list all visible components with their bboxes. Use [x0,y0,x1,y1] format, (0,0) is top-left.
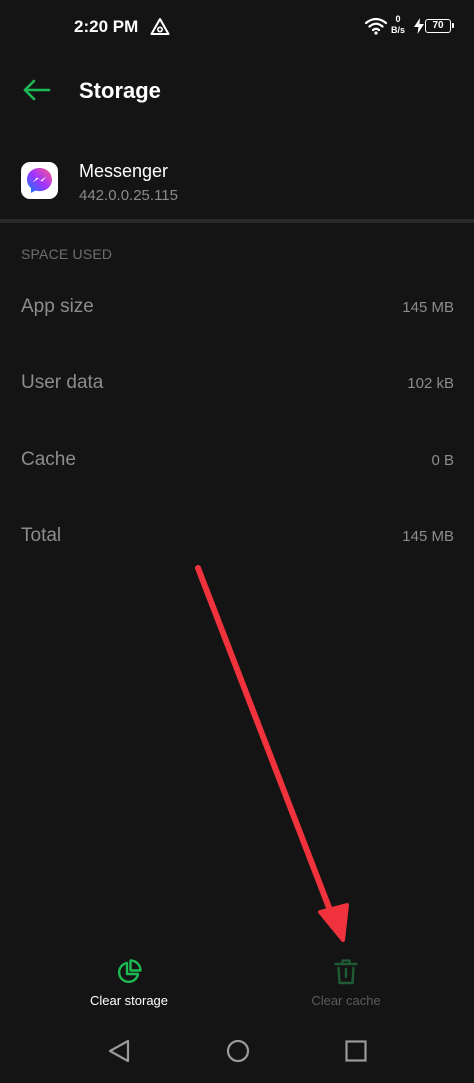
app-bar: Storage [0,56,474,124]
charging-bolt-icon [414,18,424,34]
section-header-space-used: SPACE USED [21,246,113,262]
network-speed: 0 B/s [388,14,408,36]
row-label: App size [21,296,94,317]
clear-storage-button[interactable]: Clear storage [29,950,229,1014]
clear-storage-label: Clear storage [89,993,169,1008]
alert-triangle-icon [150,18,170,35]
bottom-actions: Clear storage Clear cache [0,950,474,1020]
back-arrow-icon [23,79,51,101]
wifi-icon [364,17,388,35]
app-version: 442.0.0.25.115 [79,187,178,204]
system-nav-bar [0,1020,474,1083]
row-label: Cache [21,449,76,470]
storage-row-user-data: User data 102 kB [0,364,474,404]
pie-chart-icon [118,959,142,983]
storage-row-cache: Cache 0 B [0,441,474,481]
storage-row-app-size: App size 145 MB [0,288,474,328]
page-title: Storage [79,78,161,103]
nav-recents-button[interactable] [342,1037,370,1065]
clear-cache-label: Clear cache [311,993,381,1008]
row-value: 0 B [431,452,454,469]
trash-icon [334,959,358,985]
row-value: 102 kB [407,375,454,392]
back-button[interactable] [16,70,56,110]
network-speed-value: 0 [395,14,401,24]
section-divider [0,219,474,223]
status-time: 2:20 PM [74,17,139,36]
app-header: Messenger 442.0.0.25.115 [0,144,474,220]
row-value: 145 MB [402,528,454,545]
nav-back-button[interactable] [106,1037,134,1065]
messenger-icon [21,162,58,199]
nav-back-icon [108,1039,130,1063]
storage-row-total: Total 145 MB [0,517,474,557]
row-label: Total [21,525,62,546]
clear-cache-button[interactable]: Clear cache [246,950,446,1014]
nav-home-icon [226,1039,250,1063]
app-name: Messenger [79,161,169,181]
battery-indicator: 70 [425,19,454,33]
row-label: User data [21,372,104,393]
nav-recents-icon [345,1040,367,1062]
network-speed-unit: B/s [390,25,405,35]
nav-home-button[interactable] [224,1037,252,1065]
row-value: 145 MB [402,299,454,316]
status-bar: 2:20 PM 0 B/s 70 [0,0,474,56]
